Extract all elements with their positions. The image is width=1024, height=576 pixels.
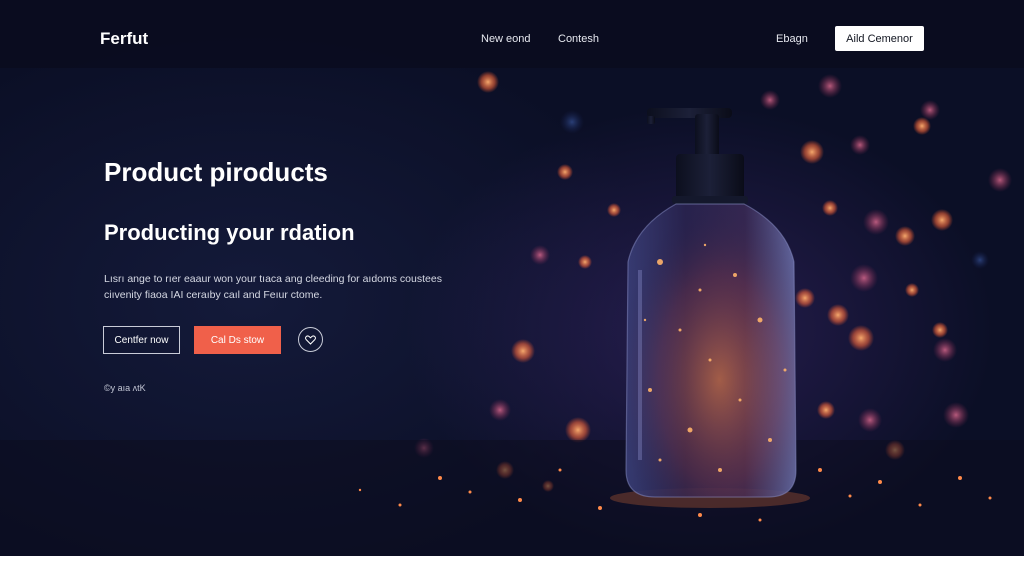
landing-page: Ferfut New eond Contesh Ebagn Aild Cemen… (0, 0, 1024, 556)
hero-subtitle: Producting your rdation (104, 220, 355, 245)
hero-description: Lısrı ange to rıer eaaur won your tıaca … (104, 273, 442, 301)
add-button[interactable]: Aild Cemenor (835, 26, 924, 51)
brand-logo[interactable]: Ferfut (100, 29, 148, 49)
heart-icon (305, 334, 316, 345)
nav-link-blog[interactable]: Ebagn (776, 33, 808, 45)
footnote-text: ©y aıa ʌtK (104, 383, 146, 393)
product-bottle (610, 108, 810, 508)
top-nav-bar: Ferfut New eond Contesh Ebagn Aild Cemen… (0, 0, 1024, 68)
secondary-cta-button[interactable]: Centfer now (103, 326, 180, 354)
nav-link-contact[interactable]: Contesh (558, 33, 599, 45)
nav-link-new[interactable]: New eond (481, 33, 531, 45)
sparkle-floor (0, 440, 1024, 556)
hero-title: Product piroducts (104, 157, 328, 187)
favorite-button[interactable] (298, 327, 323, 352)
primary-cta-button[interactable]: Cal Ds stow (194, 326, 281, 354)
